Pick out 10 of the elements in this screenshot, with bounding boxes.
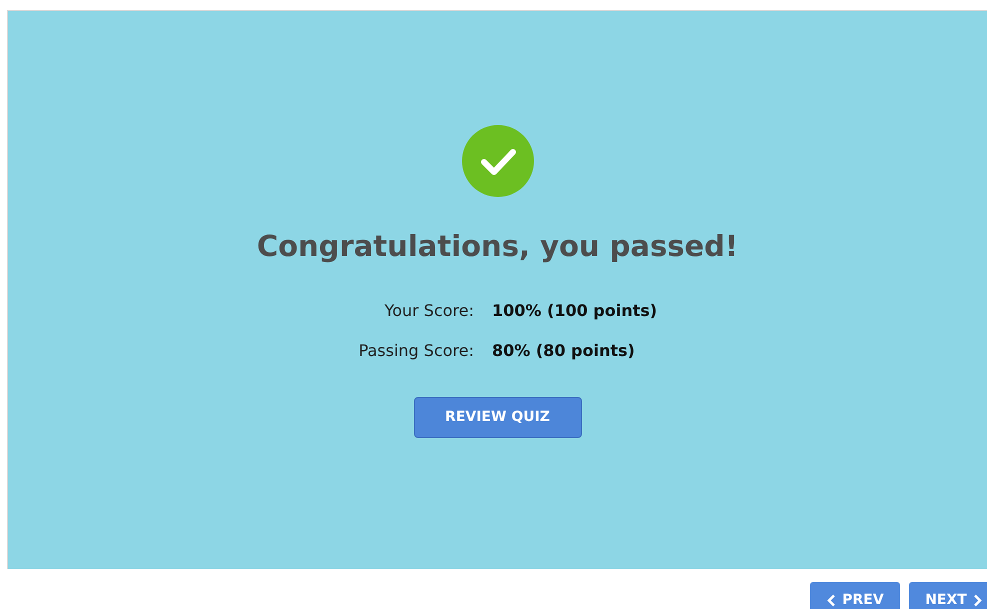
- next-button[interactable]: NEXT: [909, 582, 987, 609]
- review-quiz-button[interactable]: REVIEW QUIZ: [414, 396, 582, 438]
- score-value: 100% (100 points): [492, 300, 658, 322]
- chevron-left-icon: [826, 594, 836, 606]
- chevron-right-icon: [972, 594, 983, 606]
- score-label: Your Score:: [384, 300, 474, 322]
- result-heading: Congratulations, you passed!: [256, 228, 738, 265]
- score-value: 80% (80 points): [492, 340, 636, 362]
- prev-button[interactable]: PREV: [810, 582, 900, 609]
- score-label: Passing Score:: [358, 340, 474, 362]
